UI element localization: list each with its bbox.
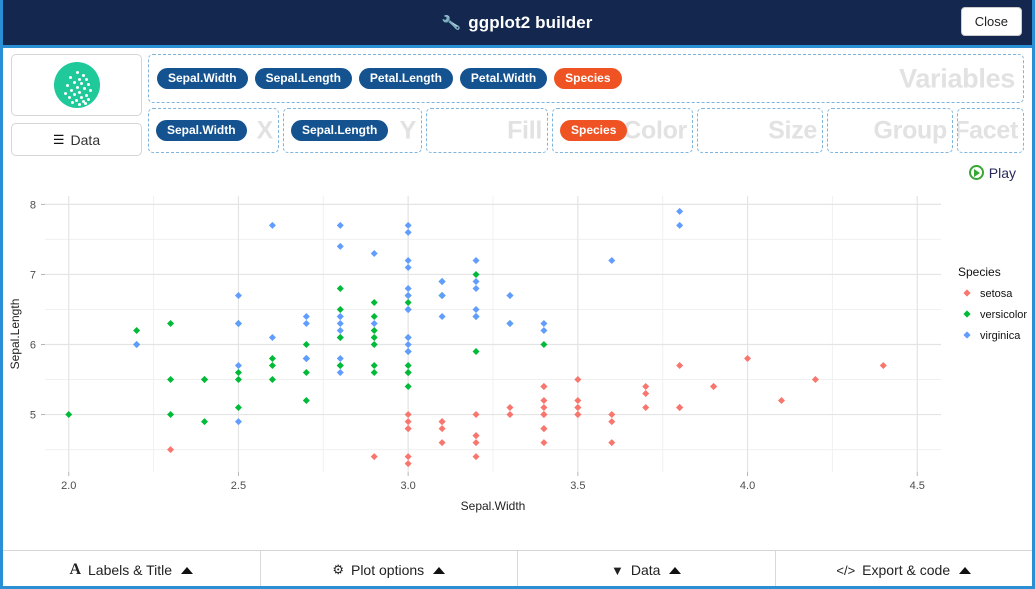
data-button[interactable]: ☰ Data xyxy=(11,123,142,156)
aes-pill-sepal-width[interactable]: Sepal.Width xyxy=(156,119,247,142)
aes-dropzone-x[interactable]: Sepal.Width X xyxy=(148,108,279,153)
geom-panel: ☰ Data xyxy=(11,54,142,156)
legend-label-setosa[interactable]: setosa xyxy=(980,288,1013,300)
bottom-toolbar: A Labels & Title ⚙ Plot options ▼ Data </> Expo… xyxy=(3,550,1032,589)
ggplot-builder-window: 🔧 ggplot2 builder Close ☰ Data Sepal.Wid… xyxy=(0,0,1035,589)
play-button[interactable]: Play xyxy=(968,164,1016,181)
x-tick-label: 2.5 xyxy=(231,480,246,492)
aes-dropzone-size[interactable]: Size xyxy=(697,108,823,153)
aes-zone-label-color: Color xyxy=(623,116,687,144)
legend-title: Species xyxy=(958,265,1001,279)
aes-zone-label-fill: Fill xyxy=(507,116,542,144)
y-tick-label: 7 xyxy=(30,269,36,281)
aes-dropzone-fill[interactable]: Fill xyxy=(426,108,548,153)
aesthetic-zones-row: Sepal.Width X Sepal.Length Y Fill Species Colo… xyxy=(148,108,1024,153)
aes-zone-label-x: X xyxy=(256,116,274,144)
aes-dropzone-group[interactable]: Group xyxy=(827,108,953,153)
variable-pill-petal-width[interactable]: Petal.Width xyxy=(459,67,548,90)
scatter-plot-icon xyxy=(53,62,100,108)
aes-pill-sepal-length[interactable]: Sepal.Length xyxy=(291,119,389,142)
caret-up-icon xyxy=(669,566,682,574)
play-row: Play xyxy=(3,158,1032,184)
bottom-tab-plot-options[interactable]: ⚙ Plot options xyxy=(260,551,518,589)
bottom-tab-label: Plot options xyxy=(350,562,425,578)
plot-area: 2.0 2.5 3.0 3.5 4.0 4.5 5 6 7 8 Sepal.Width Sepal.L… xyxy=(3,184,1032,539)
y-tick-label: 5 xyxy=(30,410,36,422)
variables-zone-label: Variables xyxy=(899,63,1015,93)
caret-up-icon xyxy=(959,566,972,574)
page-title-text: ggplot2 builder xyxy=(468,12,593,32)
y-tick-label: 6 xyxy=(30,340,36,352)
variable-pill-species[interactable]: Species xyxy=(554,67,622,90)
caret-up-icon xyxy=(433,566,446,574)
aes-zone-label-group: Group xyxy=(873,116,948,144)
aes-pill-species[interactable]: Species xyxy=(560,119,628,142)
variable-pill-petal-length[interactable]: Petal.Length xyxy=(358,67,453,90)
gears-icon: ⚙ xyxy=(332,562,344,577)
drop-zones-panel: Sepal.Width Sepal.Length Petal.Length Petal… xyxy=(148,54,1024,156)
bottom-tab-labels-title[interactable]: A Labels & Title xyxy=(3,551,261,589)
aes-zone-label-y: Y xyxy=(399,116,417,144)
bottom-tab-data[interactable]: ▼ Data xyxy=(518,551,776,589)
variable-pill-sepal-length[interactable]: Sepal.Length xyxy=(254,67,352,90)
aes-dropzone-facet[interactable]: Facet xyxy=(957,108,1024,153)
x-tick-label: 4.0 xyxy=(740,480,755,492)
database-icon: ☰ xyxy=(52,131,65,147)
y-axis-title: Sepal.Length xyxy=(8,299,22,370)
legend-marker-virginica[interactable] xyxy=(963,331,971,339)
legend-marker-setosa[interactable] xyxy=(963,289,971,297)
bottom-tab-label: Export & code xyxy=(862,562,951,578)
aes-dropzone-y[interactable]: Sepal.Length Y xyxy=(283,108,422,153)
play-label: Play xyxy=(988,164,1016,181)
caret-up-icon xyxy=(181,566,194,574)
aes-zone-label-size: Size xyxy=(768,116,817,144)
bottom-tab-label: Data xyxy=(630,562,661,578)
aes-zone-label-facet: Facet xyxy=(957,116,1018,144)
y-tick-label: 8 xyxy=(30,199,36,211)
legend-marker-versicolor[interactable] xyxy=(963,310,971,318)
legend-label-versicolor[interactable]: versicolor xyxy=(980,309,1027,321)
aes-dropzone-color[interactable]: Species Color xyxy=(552,108,693,153)
font-letter-icon: A xyxy=(69,561,81,578)
data-button-label: Data xyxy=(70,131,101,148)
x-tick-label: 3.5 xyxy=(570,480,585,492)
filter-icon: ▼ xyxy=(611,562,624,578)
x-tick-label: 3.0 xyxy=(401,480,416,492)
page-title: 🔧 ggplot2 builder xyxy=(441,12,593,33)
title-bar: 🔧 ggplot2 builder Close xyxy=(3,0,1032,45)
x-tick-label: 2.0 xyxy=(61,480,76,492)
variables-dropzone[interactable]: Sepal.Width Sepal.Length Petal.Length Petal… xyxy=(148,54,1024,103)
bottom-tab-export-code[interactable]: </> Export & code xyxy=(775,551,1032,589)
bottom-tab-label: Labels & Title xyxy=(88,562,173,578)
x-axis-title: Sepal.Width xyxy=(461,499,526,513)
x-tick-label: 4.5 xyxy=(910,480,925,492)
builder-area: ☰ Data Sepal.Width Sepal.Length Petal.Leng… xyxy=(3,48,1032,158)
legend-label-virginica[interactable]: virginica xyxy=(980,330,1021,342)
close-button[interactable]: Close xyxy=(960,7,1022,36)
variable-pill-sepal-width[interactable]: Sepal.Width xyxy=(157,67,248,90)
wrench-icon: 🔧 xyxy=(441,13,463,33)
play-circle-icon xyxy=(968,165,984,180)
geom-type-button[interactable] xyxy=(11,54,142,116)
code-brackets-icon: </> xyxy=(836,562,856,578)
scatter-plot-svg[interactable]: 2.0 2.5 3.0 3.5 4.0 4.5 5 6 7 8 Sepal.Width Sepal.L… xyxy=(3,184,1032,539)
